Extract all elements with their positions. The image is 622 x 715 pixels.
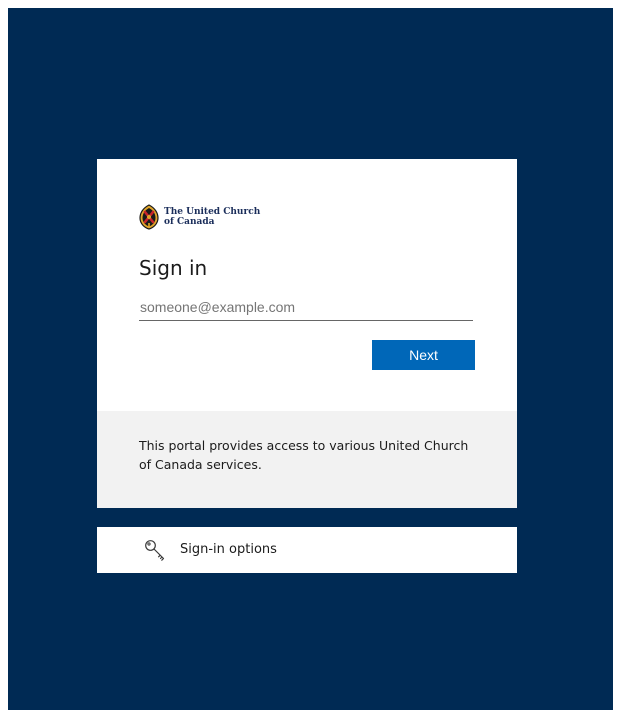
email-input[interactable] <box>139 293 473 321</box>
key-icon <box>145 540 165 561</box>
page-title: Sign in <box>139 256 208 280</box>
sign-in-card: The United Church of Canada Sign in Next… <box>97 159 517 508</box>
sign-in-card-body: The United Church of Canada Sign in Next <box>97 159 517 411</box>
info-footer: This portal provides access to various U… <box>97 411 517 508</box>
next-button[interactable]: Next <box>372 340 475 370</box>
organization-logo: The United Church of Canada <box>139 201 260 233</box>
sign-in-options-label: Sign-in options <box>180 542 277 557</box>
organization-name: The United Church of Canada <box>164 207 261 227</box>
church-crest-icon <box>139 204 159 230</box>
sign-in-options-button[interactable]: Sign-in options <box>97 527 517 573</box>
info-text: This portal provides access to various U… <box>139 438 469 472</box>
